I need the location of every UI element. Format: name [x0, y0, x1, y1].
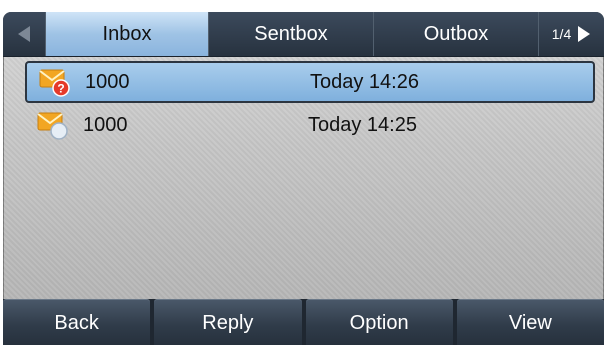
message-row[interactable]: ? 1000 Today 14:26 — [25, 61, 595, 103]
page-indicator[interactable]: 1/4 — [538, 12, 604, 56]
message-time: Today 14:25 — [308, 113, 417, 136]
left-arrow-icon[interactable] — [3, 12, 45, 56]
message-time: Today 14:26 — [310, 70, 419, 93]
message-number: 1000 — [83, 113, 128, 136]
tab-bar: Inbox Sentbox Outbox 1/4 — [3, 12, 604, 57]
page-number: 1/4 — [551, 26, 572, 42]
phone-screen: Inbox Sentbox Outbox 1/4 ? 1000 Today 14… — [3, 12, 604, 345]
softkey-bar: Back Reply Option View — [3, 299, 604, 345]
message-row[interactable]: 1000 Today 14:25 — [25, 104, 595, 146]
view-button[interactable]: View — [456, 299, 604, 345]
unread-message-icon: ? — [39, 67, 75, 97]
tab-inbox[interactable]: Inbox — [45, 12, 208, 56]
svg-text:?: ? — [57, 82, 64, 96]
message-number: 1000 — [85, 70, 130, 93]
right-arrow-icon[interactable] — [577, 25, 591, 43]
tab-sentbox[interactable]: Sentbox — [208, 12, 373, 56]
option-button[interactable]: Option — [305, 299, 453, 345]
reply-button[interactable]: Reply — [154, 299, 302, 345]
tab-outbox[interactable]: Outbox — [373, 12, 538, 56]
back-button[interactable]: Back — [3, 299, 151, 345]
read-message-icon — [37, 110, 73, 140]
